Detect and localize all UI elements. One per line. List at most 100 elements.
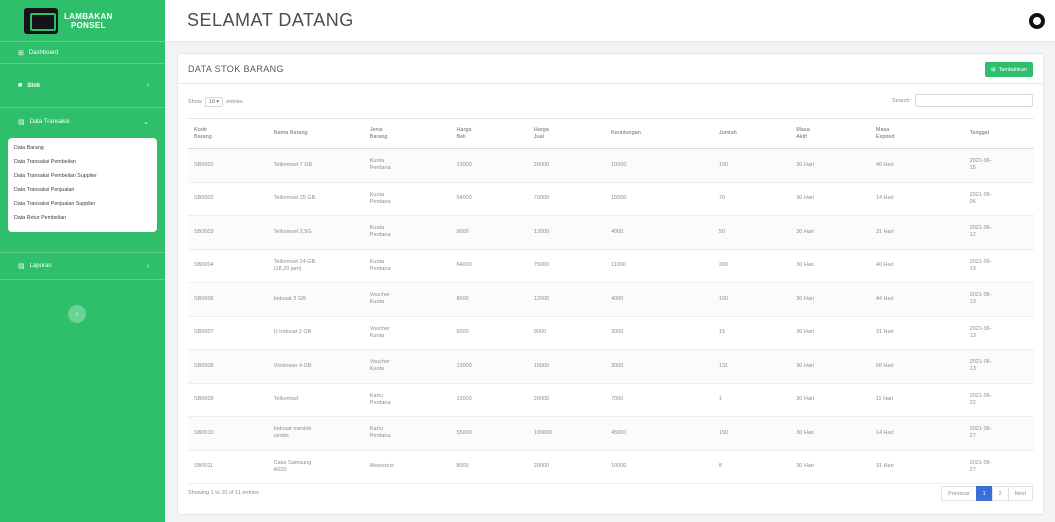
cell-text: 45000 [611,429,627,436]
search-input[interactable] [915,94,1033,107]
column-header[interactable]: Harga Jual [527,118,606,149]
column-header-label: Nama Barang [273,130,308,136]
column-header[interactable]: Tanggal [963,118,1034,149]
cell-text: Perdana [369,399,391,406]
table-row[interactable]: SB0003 Telkomsel 2,5G Kuota Perdana 9000 1300… [188,215,1034,250]
table-cell: 16000 [527,349,606,384]
cell-text: Kuota [369,332,385,339]
cell-text: 30 Hari [796,161,814,168]
cell-text: 30 Hari [796,396,814,403]
table-cell: 64000 [450,249,528,283]
cell-text: 13 [969,299,976,306]
cell-text: 4000 [611,228,624,235]
sidebar-item-dashboard[interactable]: ⊞ Dashboard [0,42,165,64]
cell-text: 12000 [533,295,550,302]
table-cell: 2021-06- 12 [963,215,1034,250]
folder-icon: ▤ [18,119,25,126]
cell-text: 131 [718,362,729,369]
table-cell: 2021-06- 15 [963,148,1034,183]
table-cell: SB0010 [188,416,268,451]
submenu-item-transaksi-pembelian[interactable]: Data Transaksi Pembelian [8,157,157,168]
cell-text: Kuota [369,191,385,198]
table-cell: 1 [712,383,791,417]
sidebar-toggle-button[interactable]: ‹ [68,305,86,323]
submenu-item-transaksi-pembelian-supplier[interactable]: Data Transaksi Pembelian Supplier [8,171,157,182]
cell-text: 2021-06- [969,258,992,265]
table-cell: SB0007 [188,316,268,350]
table-row[interactable]: SB0001 Telkomsel 7 GB Kuota Perdana 13000 200… [188,148,1034,183]
table-row[interactable]: SB0008 Vivolovan 4 GB Voucher Kuota 13000 160… [188,349,1034,384]
column-header[interactable]: Harga Beli [450,118,528,149]
sidebar-item-data-transaksi[interactable]: ▤ Data Transaksi ⌄ [0,108,165,136]
submenu-item-transaksi-penjualan[interactable]: Data Transaksi Penjualan [8,185,157,196]
table-cell: 30 Hari [790,148,870,183]
cell-text: SB0008 [194,362,214,369]
table-cell: 4000 [605,215,713,250]
cell-text: 15 [969,165,976,172]
table-cell: Voucher Kuota [363,282,451,317]
pagination-page-2[interactable]: 2 [991,486,1009,501]
table-cell: 14 Hari [869,416,964,451]
cell-text: 06 [969,198,976,205]
pagination-previous[interactable]: Previous [941,486,977,501]
table-row[interactable]: SB0011 Case Samsung A020 Aksesoris 8000 20000… [188,450,1034,484]
table-row[interactable]: SB0006 Indosat 3 GB Voucher Kuota 8000 12000 4… [188,282,1034,317]
add-item-button[interactable]: ⊞ Tambahkan [984,62,1033,77]
cell-text: 7000 [611,396,624,403]
pagination-next[interactable]: Next [1007,486,1033,501]
column-header[interactable]: Nama Barang [267,118,364,149]
pagination-page-1[interactable]: 1 [975,486,993,501]
cell-text: 10000 [611,463,627,470]
column-header[interactable]: Kode Barang [188,118,268,149]
table-cell: 30 Hari [790,249,870,283]
sidebar-item-stok[interactable]: ■ Stok ‹ [0,64,165,108]
cell-text: SB0001 [194,161,214,168]
cell-text: 13000 [456,161,472,168]
cell-text: 60 Hari [875,362,894,369]
column-header[interactable]: Jumlah [712,118,791,149]
table-row[interactable]: SB0004 Telkomsel 24 GB (18,20 jam) Kuota Per… [188,249,1034,283]
sidebar-item-laporan[interactable]: ▤ Laporan ‹ [0,252,165,280]
column-header-label: Kode [194,126,207,133]
user-avatar-icon[interactable] [1029,13,1045,29]
table-row[interactable]: SB0002 Telkomsel 25 GB Kuota Perdana 54000 70… [188,182,1034,216]
submenu-item-data-barang[interactable]: Data Barang [8,143,157,154]
cell-text: 30 Hari [796,195,814,202]
table-cell: 2021-06- 13 [963,349,1034,384]
cell-text: 15000 [611,195,627,202]
table-row[interactable]: SB0010 Indosat mentok cerahi Kartu Perdana 55… [188,416,1034,451]
table-cell: U Indosat 2 GB [267,316,364,350]
brand[interactable]: LAMBAKAN PONSEL [0,0,165,42]
entries-select[interactable]: 10 ▾ [204,97,224,107]
add-icon: ⊞ [990,66,996,73]
cell-text: 2021-06- [969,392,992,399]
table-cell: SB0004 [188,249,268,283]
cell-text: 54000 [456,195,472,202]
column-header[interactable]: Masa Expired [869,118,964,149]
cell-text: 30 Hari [796,429,814,436]
submenu-item-transaksi-penjualan-supplier[interactable]: Data Transaksi Penjualan Supplier [8,199,157,210]
page-title: SELAMAT DATANG [187,10,354,30]
cell-text: 40 Hari [875,161,894,168]
table-cell: 13000 [450,349,528,384]
column-header[interactable]: Jenis Barang [363,118,451,149]
stock-card: DATA STOK BARANG ⊞ Tambahkan Show 10 ▾ e… [177,53,1044,515]
table-row[interactable]: SB0007 U Indosat 2 GB Voucher Kuota 6000 9000… [188,316,1034,350]
add-item-button-label: Tambahkan [998,66,1027,73]
cell-text: 13000 [456,396,472,403]
column-header[interactable]: Masa Aktif [790,118,870,149]
cell-text: Case Samsung [273,459,312,466]
submenu-item-retur-pembelian[interactable]: Data Retur Pembelian [8,213,157,224]
table-cell: SB0001 [188,148,268,183]
column-header[interactable]: Keuntungan [605,118,713,149]
cell-text: 2021-06- [969,158,992,165]
cell-text: Vivolovan 4 GB [273,362,312,369]
table-cell: Kartu Perdana [363,416,451,451]
cell-text: Voucher [369,325,390,332]
table-cell: 50 [712,215,791,250]
cell-text: 13 [969,366,976,373]
brand-line-2: PONSEL [70,20,106,30]
table-cell: 2021-06- 27 [963,416,1034,451]
table-row[interactable]: SB0009 Telkomsel Kartu Perdana 13000 20000 700… [188,383,1034,417]
cell-text: Kuota [369,158,385,165]
